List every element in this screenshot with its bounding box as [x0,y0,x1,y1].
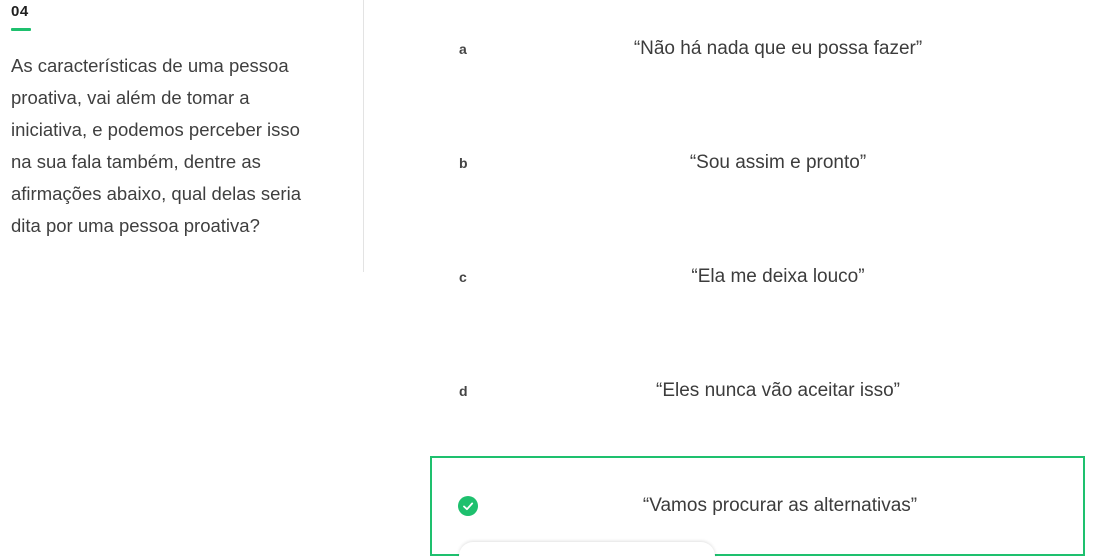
option-text: “Vamos procurar as alternativas” [642,495,918,516]
question-number-underline [11,28,31,31]
option-text: “Não há nada que eu possa fazer” [633,38,923,59]
option-text: “Ela me deixa louco” [691,266,865,287]
option-letter: c [459,269,467,285]
option-e-selected[interactable]: “Vamos procurar as alternativas” [430,456,1085,556]
option-letter: a [459,41,467,57]
check-circle-icon [458,496,478,516]
question-panel: 04 As características de uma pessoa proa… [0,0,364,272]
bottom-panel-tab[interactable] [459,542,715,557]
option-c[interactable]: c “Ela me deixa louco” [430,228,1085,326]
option-letter: d [459,383,468,399]
question-text: As características de uma pessoa proativ… [11,55,301,236]
option-b[interactable]: b “Sou assim e pronto” [430,114,1085,212]
option-a[interactable]: a “Não há nada que eu possa fazer” [430,0,1085,98]
option-letter: b [459,155,468,171]
option-d[interactable]: d “Eles nunca vão aceitar isso” [430,342,1085,440]
option-text: “Sou assim e pronto” [689,152,867,173]
option-text: “Eles nunca vão aceitar isso” [656,380,900,401]
quiz-page: 04 As características de uma pessoa proa… [0,0,1105,557]
question-number: 04 [11,3,29,20]
